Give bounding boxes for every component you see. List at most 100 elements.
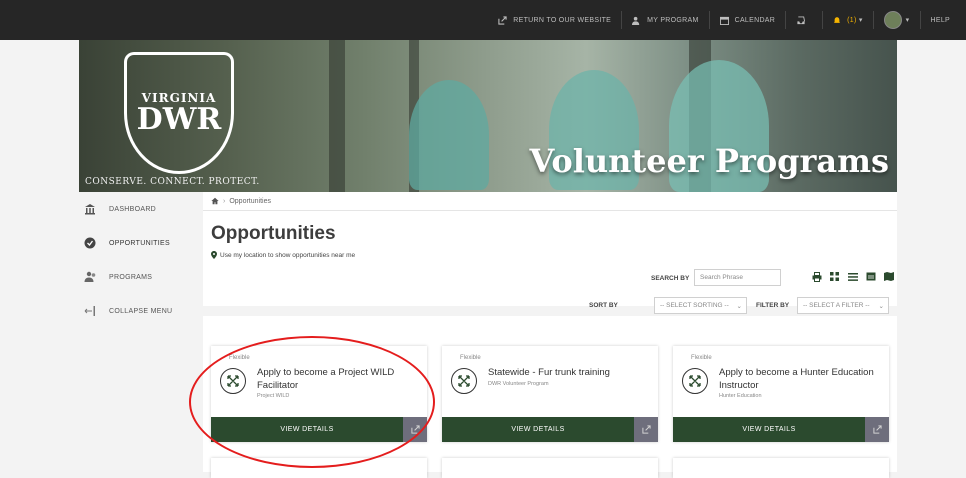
hero-photo-tree	[329, 40, 345, 192]
sidebar-item-label: OPPORTUNITIES	[109, 239, 170, 247]
opportunity-type: Flexible	[691, 355, 712, 361]
notifications-badge: (1)	[833, 16, 856, 25]
people-icon	[632, 16, 640, 25]
help-label: HELP	[930, 16, 950, 24]
search-input[interactable]: Search Phrase	[694, 269, 781, 286]
opportunity-title: Apply to become a Hunter Education Instr…	[719, 366, 889, 392]
avatar	[883, 11, 902, 29]
opportunity-card-partial[interactable]	[673, 458, 889, 478]
help-link[interactable]: HELP	[921, 17, 961, 24]
map-pin-icon	[211, 251, 217, 259]
collapse-arrow-icon	[83, 304, 97, 318]
sidebar-item-programs[interactable]: PROGRAMS	[79, 260, 203, 294]
hero-title: Volunteer Programs	[529, 142, 889, 180]
view-details-button[interactable]: VIEW DETAILS	[442, 417, 634, 442]
opportunity-title-line: Apply to become a Hunter Education	[719, 367, 874, 378]
calendar-label: CALENDAR	[734, 16, 776, 24]
filter-select[interactable]: -- SELECT A FILTER -- ⌄	[797, 297, 889, 314]
expand-arrows-icon	[682, 368, 708, 394]
chevron-down-icon: ▾	[856, 17, 863, 24]
chevron-down-icon: ⌄	[736, 302, 742, 310]
opportunities-list: Flexible Apply to become a Project WILD …	[203, 316, 897, 478]
my-program-label: MY PROGRAM	[647, 16, 699, 24]
bell-icon	[833, 16, 841, 23]
opportunity-card-partial[interactable]	[442, 458, 658, 478]
opportunity-program: Hunter Education	[719, 393, 762, 399]
opportunity-title: Apply to become a Project WILD Facilitat…	[257, 366, 427, 392]
opportunity-program: Project WILD	[257, 393, 290, 399]
opportunity-title-line: Facilitator	[257, 380, 299, 391]
share-icon[interactable]	[634, 417, 658, 442]
page-title: Opportunities	[211, 223, 336, 244]
sidebar-item-collapse-menu[interactable]: COLLAPSE MENU	[79, 294, 203, 328]
user-menu-button[interactable]: ▾	[874, 11, 920, 29]
card-footer: VIEW DETAILS	[442, 417, 658, 442]
map-icon[interactable]	[881, 269, 896, 284]
sidebar-item-dashboard[interactable]: DASHBOARD	[79, 192, 203, 226]
opportunity-title-line: Instructor	[719, 380, 759, 391]
inbox-icon	[797, 15, 806, 24]
calendar-icon	[719, 16, 729, 25]
breadcrumb-separator: ›	[223, 197, 226, 205]
card-footer: VIEW DETAILS	[673, 417, 889, 442]
opportunities-header-panel: Opportunities Use my location to show op…	[203, 210, 897, 314]
list-icon[interactable]	[845, 269, 860, 284]
filter-by-label: FILTER BY	[756, 302, 790, 309]
sidebar-item-opportunities[interactable]: OPPORTUNITIES	[79, 226, 203, 260]
use-my-location-link[interactable]: Use my location to show opportunities ne…	[211, 251, 355, 259]
notifications-button[interactable]: (1) ▾	[823, 16, 873, 25]
breadcrumb: › Opportunities	[203, 192, 897, 210]
logo-agency: DWR	[136, 102, 222, 137]
sidebar-item-label: DASHBOARD	[109, 205, 157, 213]
filter-select-value: -- SELECT A FILTER --	[803, 302, 870, 309]
check-circle-icon	[83, 236, 97, 250]
main-content: › Opportunities Opportunities Use my loc…	[203, 192, 897, 478]
sidebar: DASHBOARD OPPORTUNITIES PROGRAMS COLLAPS…	[79, 192, 203, 472]
view-details-button[interactable]: VIEW DETAILS	[211, 417, 403, 442]
sidebar-item-label: COLLAPSE MENU	[109, 307, 173, 315]
notifications-count: (1)	[847, 16, 857, 24]
opportunity-type: Flexible	[229, 355, 250, 361]
top-nav-bar: RETURN TO OUR WEBSITE MY PROGRAM CALENDA…	[0, 0, 966, 40]
share-icon[interactable]	[865, 417, 889, 442]
search-placeholder: Search Phrase	[700, 274, 743, 281]
expand-arrows-icon	[451, 368, 477, 394]
inbox-button[interactable]	[786, 15, 822, 25]
sort-select-value: -- SELECT SORTING --	[660, 302, 729, 309]
chevron-down-icon: ▾	[905, 17, 910, 24]
use-my-location-label: Use my location to show opportunities ne…	[220, 251, 356, 259]
home-icon[interactable]	[211, 197, 219, 205]
view-details-button[interactable]: VIEW DETAILS	[673, 417, 865, 442]
hero-photo-volunteer	[409, 80, 489, 190]
return-to-website-link[interactable]: RETURN TO OUR WEBSITE	[488, 15, 621, 25]
calendar-icon[interactable]	[863, 269, 878, 284]
external-link-icon	[498, 15, 507, 25]
opportunity-title: Statewide - Fur trunk training	[488, 366, 658, 379]
opportunity-card[interactable]: Flexible Statewide - Fur trunk training …	[442, 346, 658, 442]
opportunity-program: DWR Volunteer Program	[488, 381, 549, 387]
opportunity-card[interactable]: Flexible Apply to become a Hunter Educat…	[673, 346, 889, 442]
search-by-label: SEARCH BY	[651, 275, 690, 282]
opportunity-title-line: Apply to become a Project WILD	[257, 367, 395, 378]
calendar-link[interactable]: CALENDAR	[710, 16, 786, 25]
people-icon	[83, 270, 97, 284]
opportunity-card-partial[interactable]	[211, 458, 427, 478]
hero-banner: VIRGINIA DWR CONSERVE. CONNECT. PROTECT.…	[79, 40, 897, 192]
bank-icon	[83, 202, 97, 216]
chevron-down-icon: ⌄	[878, 302, 884, 310]
sort-by-label: SORT BY	[589, 302, 618, 309]
my-program-link[interactable]: MY PROGRAM	[622, 16, 709, 25]
return-to-website-label: RETURN TO OUR WEBSITE	[513, 16, 612, 24]
grid-icon[interactable]	[827, 269, 842, 284]
virginia-dwr-logo[interactable]: VIRGINIA DWR	[124, 52, 234, 174]
sidebar-item-label: PROGRAMS	[109, 273, 153, 281]
opportunity-card[interactable]: Flexible Apply to become a Project WILD …	[211, 346, 427, 442]
opportunity-type: Flexible	[460, 355, 481, 361]
share-icon[interactable]	[403, 417, 427, 442]
sort-select[interactable]: -- SELECT SORTING -- ⌄	[654, 297, 747, 314]
view-mode-toolbar	[806, 269, 896, 284]
print-icon[interactable]	[809, 269, 824, 284]
expand-arrows-icon	[220, 368, 246, 394]
card-footer: VIEW DETAILS	[211, 417, 427, 442]
hero-tagline: CONSERVE. CONNECT. PROTECT.	[85, 177, 260, 187]
